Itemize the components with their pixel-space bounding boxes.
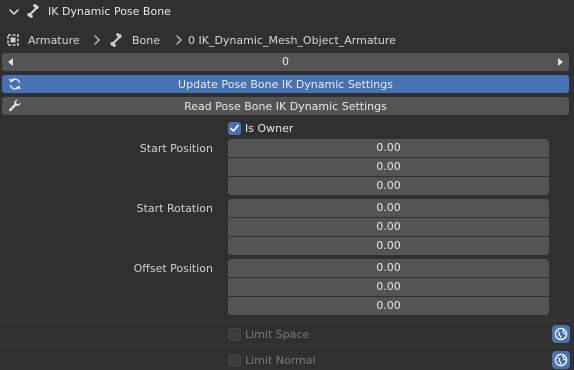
start-position-z-field[interactable]: 0.00 [228, 177, 549, 195]
breadcrumb-armature: Armature [28, 34, 80, 47]
start-rotation-y-field[interactable]: 0.00 [228, 218, 549, 236]
start-rotation-z-field[interactable]: 0.00 [228, 237, 549, 255]
chevron-right-icon [94, 35, 100, 45]
limit-normal-checkbox[interactable] [228, 353, 241, 367]
update-settings-label: Update Pose Bone IK Dynamic Settings [178, 77, 393, 91]
offset-position-y-field[interactable]: 0.00 [228, 278, 549, 296]
start-position-y-field[interactable]: 0.00 [228, 158, 549, 176]
start-position-label: Start Position [139, 142, 213, 155]
update-settings-button[interactable]: Update Pose Bone IK Dynamic Settings [2, 75, 569, 93]
bone-icon [110, 33, 122, 47]
is-owner-checkbox[interactable] [228, 121, 241, 135]
start-rotation-label: Start Rotation [136, 202, 213, 215]
limit-space-label: Limit Space [245, 327, 310, 341]
refresh-icon [8, 78, 22, 90]
limit-space-global-toggle[interactable] [552, 325, 570, 343]
limit-normal-global-toggle[interactable] [552, 351, 570, 369]
section-divider [2, 320, 572, 321]
breadcrumb-object: 0 IK_Dynamic_Mesh_Object_Armature [188, 34, 396, 47]
start-rotation-x-field[interactable]: 0.00 [228, 199, 549, 217]
limit-normal-checkbox-row[interactable]: Limit Normal [228, 351, 316, 369]
chevron-right-icon [176, 35, 182, 45]
panel-title: IK Dynamic Pose Bone [48, 5, 171, 18]
ik-dynamic-pose-bone-panel: IK Dynamic Pose Bone Armature Bone 0 IK_… [0, 0, 574, 370]
read-settings-label: Read Pose Bone IK Dynamic Settings [184, 99, 387, 113]
wrench-icon [8, 99, 21, 112]
panel-header[interactable]: IK Dynamic Pose Bone [0, 0, 574, 24]
section-divider [2, 346, 572, 347]
offset-position-z-field[interactable]: 0.00 [228, 297, 549, 315]
breadcrumb-bone: Bone [132, 34, 161, 47]
read-settings-button[interactable]: Read Pose Bone IK Dynamic Settings [2, 97, 569, 115]
limit-space-checkbox[interactable] [228, 327, 241, 341]
limit-normal-label: Limit Normal [245, 353, 316, 367]
bone-icon [27, 4, 39, 18]
limit-space-checkbox-row[interactable]: Limit Space [228, 325, 309, 343]
armature-object-icon [7, 34, 19, 46]
offset-position-label: Offset Position [133, 262, 213, 275]
is-owner-checkbox-row[interactable]: Is Owner [228, 119, 293, 137]
offset-position-x-field[interactable]: 0.00 [228, 259, 549, 277]
increment-arrow-icon[interactable] [551, 53, 569, 71]
index-value: 0 [282, 55, 289, 68]
is-owner-label: Is Owner [245, 121, 294, 135]
breadcrumb: Armature Bone 0 IK_Dynamic_Mesh_Object_A… [0, 30, 574, 50]
globe-icon [554, 327, 568, 341]
start-position-x-field[interactable]: 0.00 [228, 139, 549, 157]
globe-icon [554, 353, 568, 367]
chevron-down-icon[interactable] [7, 5, 21, 19]
index-number-field[interactable]: 0 [2, 53, 569, 71]
checkmark-icon [230, 124, 239, 132]
